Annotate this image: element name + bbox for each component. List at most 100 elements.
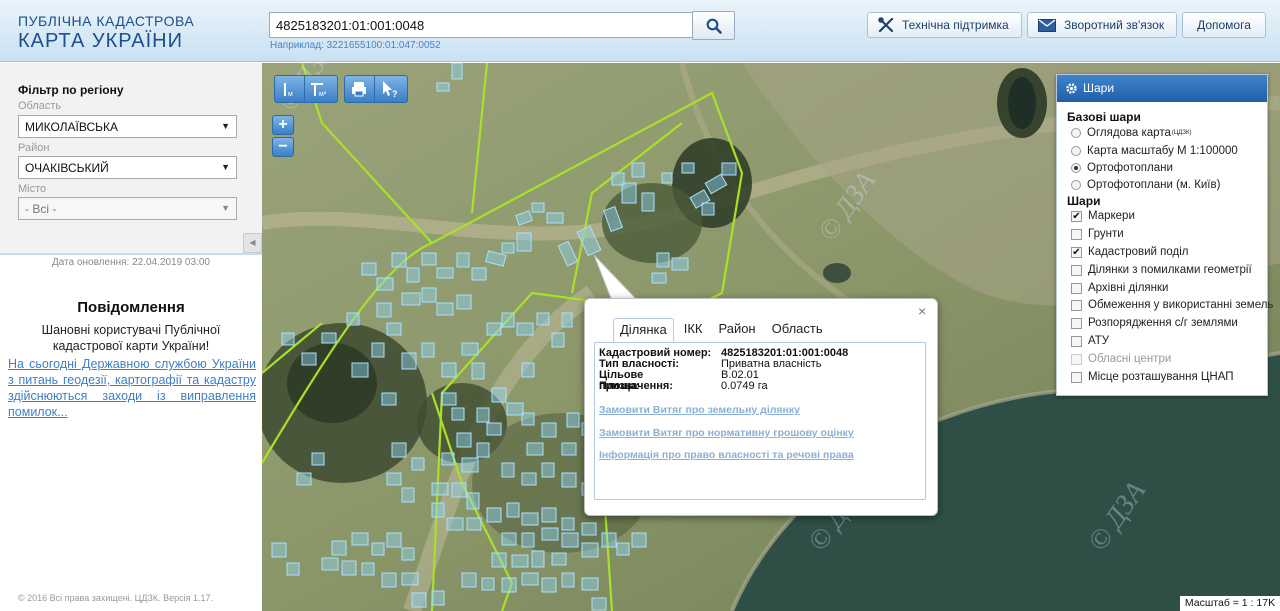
base-layer-label: Оглядова карта — [1087, 127, 1171, 139]
base-layer-sup: (ЦДЗК) — [1171, 130, 1192, 136]
tab-ikk[interactable]: ІКК — [678, 318, 709, 342]
svg-text:?: ? — [392, 89, 398, 99]
order-parcel-extract-link[interactable]: Замовити Витяг про земельну ділянку — [599, 404, 800, 416]
checkbox-checked[interactable]: ✔ — [1071, 210, 1082, 222]
identify-button[interactable]: ? — [375, 76, 405, 102]
checkbox[interactable] — [1071, 371, 1082, 383]
feedback-button[interactable]: Зворотний зв'язок — [1027, 12, 1177, 38]
checkbox-disabled — [1071, 353, 1082, 365]
checkbox[interactable] — [1071, 299, 1082, 311]
measure-distance-button[interactable]: м — [275, 76, 305, 102]
layer-label: Грунти — [1088, 228, 1124, 240]
city-select[interactable]: - Всі - ▼ — [18, 197, 237, 220]
layer-label: Розпорядження с/г землями — [1088, 317, 1238, 329]
base-layer-orthophoto-kyiv[interactable]: Ортофотоплани (м. Київ) — [1071, 179, 1220, 191]
layer-label: Обмеження у використанні земель — [1088, 299, 1274, 311]
map-scale: Масштаб = 1 : 17K — [1180, 596, 1280, 611]
row-value: 0.0749 га — [721, 380, 768, 392]
checkbox[interactable] — [1071, 335, 1082, 347]
support-label: Технічна підтримка — [902, 18, 1009, 32]
measure-toolbar: м м² — [274, 75, 338, 103]
base-layer-label: Ортофотоплани (м. Київ) — [1087, 179, 1221, 191]
layer-regional-centers: Обласні центри — [1071, 353, 1171, 365]
layer-label: Місце розташування ЦНАП — [1088, 371, 1234, 383]
envelope-icon — [1038, 18, 1056, 32]
layer-geometry-errors[interactable]: Ділянки з помилками геометрії — [1071, 264, 1252, 276]
base-layer-label: Карта масштабу М 1:100000 — [1087, 145, 1238, 157]
dropdown-arrow-icon: ▼ — [221, 203, 230, 213]
radio-button[interactable] — [1071, 180, 1081, 190]
oblast-select[interactable]: МИКОЛАЇВСЬКА ▼ — [18, 115, 237, 138]
base-layer-overview[interactable]: Оглядова карта (ЦДЗК) — [1071, 127, 1191, 139]
print-help-toolbar: ? — [344, 75, 408, 103]
layer-atu[interactable]: АТУ — [1071, 335, 1109, 347]
cursor-help-icon: ? — [383, 81, 398, 99]
checkbox-checked[interactable]: ✔ — [1071, 246, 1082, 258]
row-key: Площа: — [599, 380, 640, 392]
close-icon[interactable]: × — [918, 303, 926, 319]
search-hint: Наприклад: 3221655100:01:047:0052 — [270, 40, 441, 51]
base-layers-title: Базові шари — [1067, 110, 1141, 124]
city-value: - Всі - — [25, 202, 57, 216]
layer-archived-parcels[interactable]: Архівні ділянки — [1071, 282, 1168, 294]
layer-label: Обласні центри — [1088, 353, 1172, 365]
tab-oblast[interactable]: Область — [766, 318, 829, 342]
oblast-value: МИКОЛАЇВСЬКА — [25, 120, 119, 134]
layer-label: Маркери — [1088, 210, 1135, 222]
radio-button-selected[interactable] — [1071, 163, 1081, 173]
svg-text:м: м — [288, 91, 293, 98]
support-button[interactable]: Технічна підтримка — [867, 12, 1022, 38]
tab-rayon[interactable]: Район — [712, 318, 761, 342]
zoom-in-button[interactable]: + — [272, 115, 294, 135]
update-date: Дата оновлення: 22.04.2019 03:00 — [52, 257, 210, 268]
site-logo[interactable]: ПУБЛІЧНА КАДАСТРОВА КАРТА УКРАЇНИ — [18, 14, 194, 51]
layer-soils[interactable]: Грунти — [1071, 228, 1124, 240]
base-layer-orthophoto[interactable]: Ортофотоплани — [1071, 162, 1173, 174]
help-label: Допомога — [1197, 18, 1251, 32]
cadastral-search-input[interactable] — [269, 12, 693, 38]
popup-tabs: Ділянка ІКК Район Область — [613, 318, 833, 342]
layer-cnap-location[interactable]: Місце розташування ЦНАП — [1071, 371, 1234, 383]
ownership-info-link[interactable]: Інформація про право власності та речові… — [599, 449, 854, 461]
rayon-select[interactable]: ОЧАКІВСЬКИЙ ▼ — [18, 156, 237, 179]
search-icon — [706, 18, 722, 34]
checkbox[interactable] — [1071, 264, 1082, 276]
base-layer-map100k[interactable]: Карта масштабу М 1:100000 — [1071, 145, 1238, 157]
layers-header[interactable]: Шари — [1057, 75, 1267, 102]
print-button[interactable] — [345, 76, 375, 102]
radio-button[interactable] — [1071, 128, 1081, 138]
order-valuation-extract-link[interactable]: Замовити Витяг про нормативну грошову оц… — [599, 427, 854, 439]
ruler-area-icon: м² — [311, 83, 327, 98]
rayon-value: ОЧАКІВСЬКИЙ — [25, 161, 109, 175]
base-layer-label: Ортофотоплани — [1087, 162, 1173, 174]
ruler-distance-icon: м — [284, 83, 293, 98]
gear-icon — [1066, 83, 1077, 94]
tab-parcel[interactable]: Ділянка — [613, 318, 674, 342]
checkbox[interactable] — [1071, 282, 1082, 294]
zoom-out-button[interactable]: − — [272, 137, 294, 157]
help-button[interactable]: Допомога — [1182, 12, 1266, 38]
oblast-label: Область — [18, 100, 62, 112]
overlay-layers-title: Шари — [1067, 194, 1101, 208]
collapse-panel-button[interactable]: ◀ — [243, 233, 262, 253]
notice-link[interactable]: На сьогодні Державною службою України з … — [8, 356, 256, 420]
left-panel: Фільтр по регіону Область МИКОЛАЇВСЬКА ▼… — [0, 63, 262, 611]
dropdown-arrow-icon: ▼ — [221, 162, 230, 172]
printer-icon — [352, 82, 366, 97]
filter-title: Фільтр по регіону — [18, 83, 124, 97]
checkbox[interactable] — [1071, 317, 1082, 329]
layer-label: Ділянки з помилками геометрії — [1088, 264, 1252, 276]
search-button[interactable] — [692, 11, 735, 40]
layer-cadastral-division[interactable]: ✔ Кадастровий поділ — [1071, 246, 1189, 258]
checkbox[interactable] — [1071, 228, 1082, 240]
svg-text:м²: м² — [319, 91, 327, 98]
layer-markers[interactable]: ✔ Маркери — [1071, 210, 1135, 222]
layer-label: Архівні ділянки — [1088, 282, 1169, 294]
layer-agri-land-disposal[interactable]: Розпорядження с/г землями — [1071, 317, 1238, 329]
layer-land-use-restrictions[interactable]: Обмеження у використанні земель — [1071, 299, 1273, 311]
radio-button[interactable] — [1071, 146, 1081, 156]
region-filter: Фільтр по регіону Область МИКОЛАЇВСЬКА ▼… — [0, 63, 262, 255]
measure-area-button[interactable]: м² — [305, 76, 335, 102]
popup-pointer — [593, 255, 640, 302]
copyright: © 2016 Всі права захищені. ЦДЗК. Версія … — [18, 593, 214, 603]
